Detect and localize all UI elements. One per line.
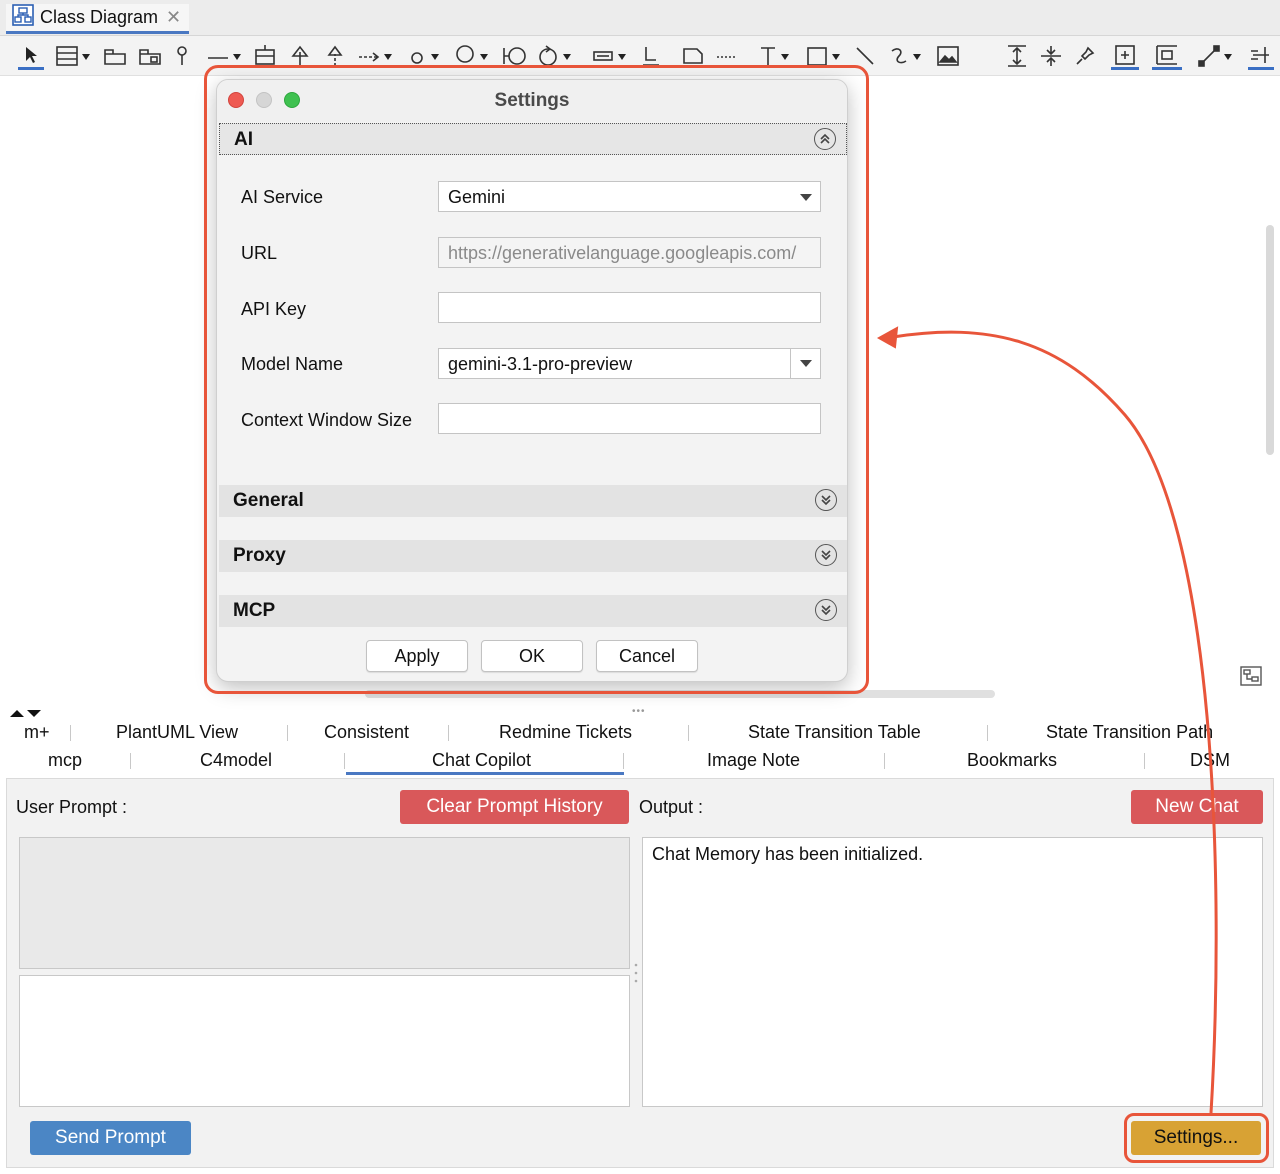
tab-label: Class Diagram [40, 7, 159, 27]
tab-consistent[interactable]: Consistent [324, 722, 409, 743]
vertical-spacing-icon[interactable] [1004, 42, 1030, 70]
tab-mcp[interactable]: mcp [48, 750, 82, 771]
fit-to-frame-icon[interactable] [1111, 42, 1139, 70]
send-prompt-button[interactable]: Send Prompt [30, 1121, 191, 1155]
tab-state-transition-path[interactable]: State Transition Path [1046, 722, 1213, 743]
select-tool-icon[interactable] [18, 42, 44, 70]
tab-image-note[interactable]: Image Note [707, 750, 800, 771]
layout-tool-icon[interactable] [1152, 42, 1182, 70]
editor-tab-bar: Class Diagram ✕ [0, 0, 1280, 36]
align-middle-icon[interactable] [1038, 42, 1064, 70]
package-tool-icon[interactable] [102, 42, 128, 70]
output-text: Chat Memory has been initialized. [652, 844, 924, 864]
tab-separator [623, 753, 624, 769]
splitter-grip-icon[interactable]: ••• [632, 706, 646, 717]
tab-separator [1144, 753, 1145, 769]
splitter-toggle-icon[interactable] [8, 703, 44, 717]
new-chat-button[interactable]: New Chat [1131, 790, 1263, 824]
tab-separator [688, 725, 689, 741]
subsystem-tool-icon[interactable] [137, 42, 163, 70]
output-area[interactable]: Chat Memory has been initialized. [642, 837, 1263, 1107]
overview-icon[interactable] [1240, 666, 1262, 686]
dialog-highlight-frame [204, 65, 869, 694]
user-prompt-label: User Prompt : [16, 797, 128, 817]
tab-separator [448, 725, 449, 741]
tab-separator [987, 725, 988, 741]
close-icon[interactable]: ✕ [166, 7, 181, 28]
tab-state-transition-table[interactable]: State Transition Table [748, 722, 921, 743]
class-diagram-icon [12, 4, 34, 31]
tab-redmine-tickets[interactable]: Redmine Tickets [499, 722, 632, 743]
tab-separator [344, 753, 345, 769]
tab-bookmarks[interactable]: Bookmarks [967, 750, 1057, 771]
tab-separator [884, 753, 885, 769]
alignment-options-icon[interactable] [1248, 42, 1274, 70]
pin-tool-icon[interactable] [172, 42, 192, 70]
prompt-input-area[interactable] [19, 975, 630, 1107]
tab-chat-copilot[interactable]: Chat Copilot [432, 750, 531, 771]
image-tool-icon[interactable] [935, 42, 961, 70]
panel-divider-grip-icon[interactable] [634, 962, 638, 984]
line-style-icon[interactable] [1196, 42, 1232, 70]
prompt-history-area[interactable] [19, 837, 630, 969]
pin-icon[interactable] [1072, 42, 1098, 70]
tab-dsm[interactable]: DSM [1190, 750, 1230, 771]
clear-prompt-history-button[interactable]: Clear Prompt History [400, 790, 629, 824]
tab-separator [287, 725, 288, 741]
output-label: Output : [639, 797, 704, 817]
tab-plantuml-view[interactable]: PlantUML View [116, 722, 238, 743]
tab-separator [70, 725, 71, 741]
class-tool-icon[interactable] [54, 42, 90, 70]
tab-c4model[interactable]: C4model [200, 750, 272, 771]
tab-m-plus[interactable]: m+ [24, 722, 50, 743]
freehand-tool-icon[interactable] [887, 42, 921, 70]
settings-button-highlight-frame [1124, 1113, 1269, 1163]
tab-separator [130, 753, 131, 769]
tab-class-diagram[interactable]: Class Diagram ✕ [6, 4, 190, 34]
vertical-scrollbar[interactable] [1266, 225, 1274, 455]
active-tab-indicator [346, 772, 624, 775]
